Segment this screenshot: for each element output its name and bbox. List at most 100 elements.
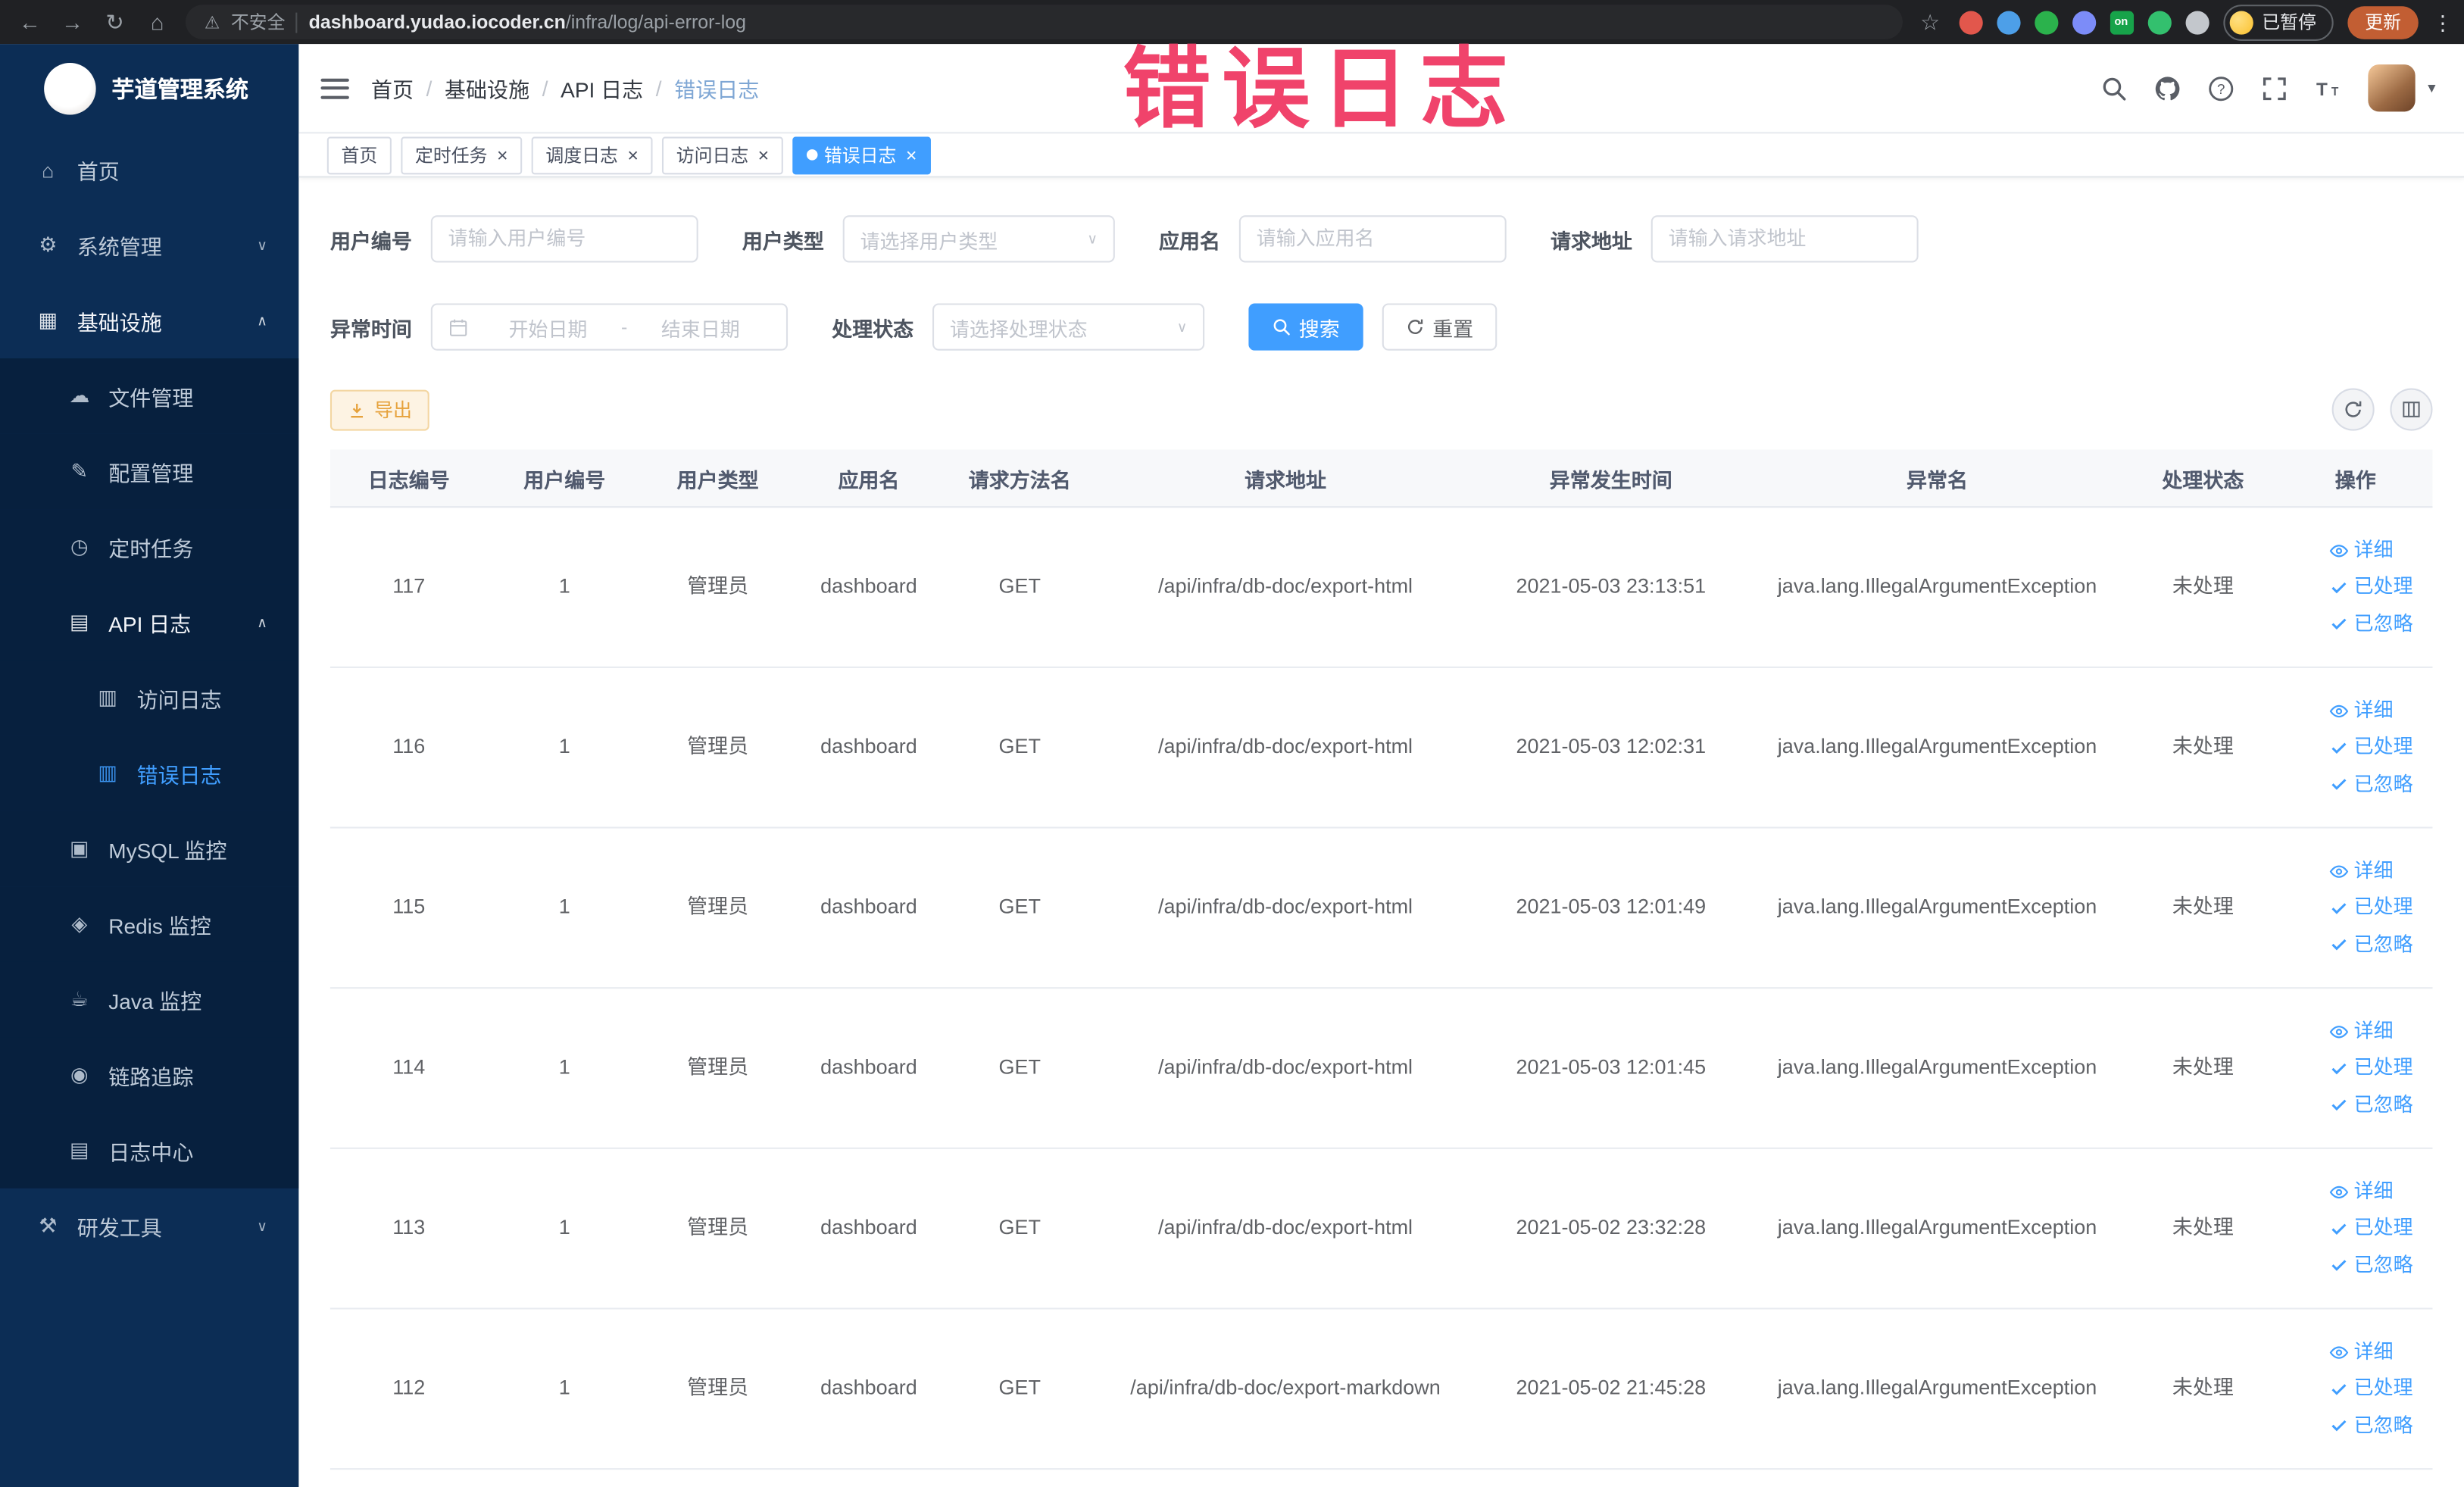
filter-input-request-url[interactable]	[1650, 215, 1919, 263]
ext-gray-icon[interactable]	[2184, 10, 2209, 34]
forward-icon[interactable]: →	[58, 11, 86, 33]
sidebar-item-home[interactable]: ⌂ 首页	[0, 132, 298, 208]
filter-input-app-name[interactable]	[1238, 215, 1507, 263]
action-ignored[interactable]: 已忽略	[2328, 1410, 2413, 1439]
sidebar-item-mysql[interactable]: ▣ MySQL 监控	[0, 811, 299, 887]
reload-icon[interactable]: ↻	[101, 11, 129, 33]
address-bar[interactable]: ⚠ 不安全 dashboard.yudao.iocoder.cn/infra/l…	[185, 5, 1902, 39]
sidebar-item-trace[interactable]: ◉ 链路追踪	[0, 1037, 299, 1114]
tab-job-log[interactable]: 调度日志 ×	[531, 136, 653, 174]
action-processed[interactable]: 已处理	[2328, 733, 2413, 762]
action-detail[interactable]: 详细	[2328, 1178, 2394, 1207]
action-detail[interactable]: 详细	[2328, 1017, 2394, 1046]
filter-input-user-id[interactable]	[430, 215, 698, 263]
close-icon[interactable]: ×	[906, 145, 917, 164]
sidebar-item-config[interactable]: ✎ 配置管理	[0, 433, 299, 510]
tab-error-log[interactable]: 错误日志 ×	[792, 136, 932, 174]
ext-leaf-icon[interactable]	[2147, 10, 2171, 34]
svg-text:T: T	[2331, 85, 2339, 98]
action-detail[interactable]: 详细	[2328, 536, 2394, 565]
screen: ← → ↻ ⌂ ⚠ 不安全 dashboard.yudao.iocoder.cn…	[0, 0, 2464, 1487]
tool-icon: ⚒	[39, 1213, 58, 1238]
update-button[interactable]: 更新	[2347, 5, 2419, 39]
tab-home[interactable]: 首页	[326, 136, 392, 174]
sidebar-item-dev-tools[interactable]: ⚒ 研发工具 ∨	[0, 1189, 298, 1264]
search-icon[interactable]	[2100, 75, 2127, 102]
action-ignored[interactable]: 已忽略	[2328, 1090, 2413, 1119]
action-label: 详细	[2353, 1341, 2394, 1364]
help-icon[interactable]: ?	[2208, 75, 2234, 102]
ext-red-icon[interactable]	[1958, 10, 1982, 34]
action-processed[interactable]: 已处理	[2328, 573, 2413, 601]
eye-icon	[2328, 701, 2349, 721]
browser-menu-icon[interactable]: ⋮	[2432, 12, 2453, 33]
action-detail[interactable]: 详细	[2328, 858, 2394, 886]
sidebar-item-infra[interactable]: ▦ 基础设施 ∧	[0, 283, 298, 359]
action-processed[interactable]: 已处理	[2328, 1054, 2413, 1082]
table-toolbar: 导出	[329, 388, 2433, 431]
close-icon[interactable]: ×	[497, 145, 508, 164]
close-icon[interactable]: ×	[758, 145, 770, 164]
column-settings-button[interactable]	[2390, 388, 2433, 431]
logo-avatar	[44, 61, 96, 114]
tab-job[interactable]: 定时任务 ×	[401, 136, 523, 174]
sidebar-item-log-center[interactable]: ▤ 日志中心	[0, 1113, 299, 1189]
sidebar-item-label: 首页	[77, 160, 120, 184]
sidebar-item-api-log[interactable]: ▤ API 日志 ∧	[0, 584, 299, 661]
fullscreen-icon[interactable]	[2261, 75, 2288, 102]
search-button[interactable]: 搜索	[1248, 303, 1363, 351]
back-icon[interactable]: ←	[16, 11, 44, 33]
error-log-table: 日志编号 用户编号 用户类型 应用名 请求方法名 请求地址 异常发生时间 异常名 处理状态 操作 1…	[329, 449, 2433, 1470]
ext-indigo-icon[interactable]	[2072, 10, 2096, 34]
refresh-icon	[2343, 399, 2363, 420]
check-icon	[2328, 1415, 2349, 1435]
ext-blue-icon[interactable]	[1996, 10, 2020, 34]
action-processed[interactable]: 已处理	[2328, 894, 2413, 923]
breadcrumb-item[interactable]: API 日志	[561, 72, 643, 104]
reset-button[interactable]: 重置	[1382, 303, 1497, 351]
warning-icon: ⚠	[204, 13, 220, 33]
cell-user_id: 1	[558, 573, 570, 598]
profile-paused-badge[interactable]: 已暂停	[2222, 4, 2334, 40]
filter-daterange-exception-time[interactable]: 开始日期 - 结束日期	[430, 303, 789, 351]
filter-select-user-type[interactable]: 请选择用户类型 ∨	[842, 215, 1115, 263]
action-detail[interactable]: 详细	[2328, 1339, 2394, 1367]
action-ignored[interactable]: 已忽略	[2328, 1251, 2413, 1279]
column-header: 应用名	[838, 467, 900, 492]
ext-green-icon[interactable]	[2034, 10, 2058, 34]
home-icon[interactable]: ⌂	[143, 11, 171, 33]
bookmark-star-icon[interactable]: ☆	[1916, 11, 1944, 33]
action-processed[interactable]: 已处理	[2328, 1375, 2413, 1404]
export-button[interactable]: 导出	[329, 389, 429, 430]
breadcrumb-item[interactable]: 首页	[371, 72, 414, 104]
filter-select-process-status[interactable]: 请选择处理状态 ∨	[932, 303, 1205, 351]
action-ignored[interactable]: 已忽略	[2328, 770, 2413, 798]
ext-on-icon[interactable]: on	[2109, 10, 2134, 34]
action-processed[interactable]: 已处理	[2328, 1214, 2413, 1243]
sidebar-item-redis[interactable]: ◈ Redis 监控	[0, 886, 299, 962]
hamburger-icon[interactable]	[320, 72, 349, 104]
sidebar-item-job[interactable]: ◷ 定时任务	[0, 509, 299, 585]
column-header: 用户类型	[676, 467, 759, 492]
chevron-down-icon[interactable]: ▾	[2428, 80, 2435, 97]
breadcrumb-separator: /	[426, 76, 433, 100]
sidebar-item-access-log[interactable]: ▥ 访问日志	[0, 660, 299, 736]
sidebar-item-java[interactable]: ☕ Java 监控	[0, 961, 299, 1038]
tab-label: 定时任务	[415, 147, 488, 166]
user-avatar[interactable]	[2368, 64, 2416, 112]
sidebar-item-error-log[interactable]: ▥ 错误日志	[0, 736, 299, 811]
action-ignored[interactable]: 已忽略	[2328, 609, 2413, 638]
breadcrumb-item[interactable]: 基础设施	[445, 72, 529, 104]
github-icon[interactable]	[2154, 75, 2181, 102]
cell-time: 2021-05-02 23:32:28	[1516, 1215, 1707, 1239]
tab-access-log[interactable]: 访问日志 ×	[662, 136, 783, 174]
logo[interactable]: 芋道管理系统	[0, 44, 298, 132]
font-size-icon[interactable]: TT	[2315, 75, 2341, 102]
close-icon[interactable]: ×	[627, 145, 639, 164]
action-detail[interactable]: 详细	[2328, 697, 2394, 726]
refresh-table-button[interactable]	[2331, 388, 2375, 431]
sidebar-item-file[interactable]: ☁ 文件管理	[0, 358, 299, 434]
sidebar-item-system[interactable]: ⚙ 系统管理 ∨	[0, 208, 298, 283]
security-label[interactable]: 不安全	[231, 9, 286, 34]
action-ignored[interactable]: 已忽略	[2328, 930, 2413, 959]
